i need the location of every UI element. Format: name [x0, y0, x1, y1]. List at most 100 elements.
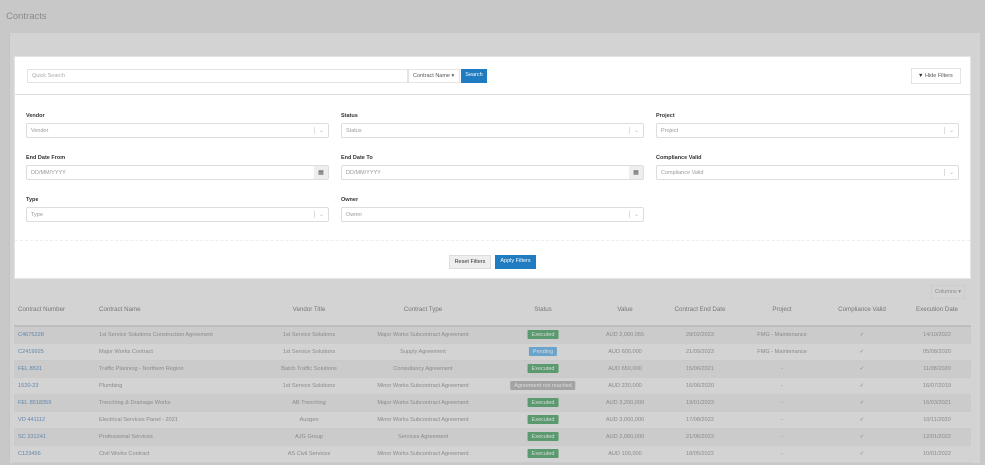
- chevron-down-icon: ⌄: [628, 127, 639, 134]
- table-cell: 1st Service Solutions: [282, 383, 336, 389]
- contract-number-link[interactable]: VD 441112: [18, 417, 45, 423]
- table-cell: 12/01/2022: [923, 434, 951, 440]
- table-row[interactable]: SC 231241 Professional Services AJG Group S…: [14, 429, 971, 446]
- status-badge: Agreement not reached: [510, 381, 576, 390]
- contract-number-link[interactable]: C123456: [18, 451, 41, 457]
- check-icon: ✓: [859, 451, 865, 457]
- table-cell: 21/09/2023: [686, 349, 714, 355]
- contract-number-link[interactable]: C2419925: [18, 349, 44, 355]
- contract-number-link[interactable]: FEL 8518359: [18, 400, 51, 406]
- hide-filters-button[interactable]: ▼ Hide Filters: [911, 68, 961, 84]
- column-header[interactable]: Contract Name: [99, 306, 141, 313]
- contract-number-link[interactable]: 1520-23: [18, 383, 39, 389]
- status-badge: Executed: [527, 432, 559, 441]
- project-select[interactable]: Project ⌄: [656, 123, 959, 138]
- column-header[interactable]: Status: [534, 306, 552, 313]
- table-cell: 10/01/2022: [923, 451, 951, 457]
- table-cell: Consultancy Agreement: [393, 366, 453, 372]
- table-cell: Minor Works Subcontract Agreement: [377, 383, 469, 389]
- reset-filters-button[interactable]: Reset Filters: [449, 255, 491, 269]
- table-cell: Trenching & Drainage Works: [99, 400, 171, 406]
- contract-number-link[interactable]: FEL 8531: [18, 366, 42, 372]
- status-badge: Executed: [527, 398, 559, 407]
- table-cell: Minor Works Subcontract Agreement: [377, 417, 469, 423]
- divider: [15, 240, 970, 241]
- table-cell: Major Works Contract: [99, 349, 153, 355]
- table-row[interactable]: C4675228 1st Service Solutions Constructi…: [14, 327, 971, 344]
- vendor-select[interactable]: Vendor ⌄: [26, 123, 329, 138]
- table-cell: AS Civil Services: [287, 451, 331, 457]
- status-badge: Executed: [527, 330, 559, 339]
- table-row[interactable]: VD 441112 Electrical Services Panel - 202…: [14, 412, 971, 429]
- column-header[interactable]: Value: [617, 306, 632, 313]
- search-row: Quick Search Contract Name ▾ Search ▼ Hi…: [15, 57, 970, 95]
- check-icon: ✓: [859, 434, 865, 440]
- owner-select[interactable]: Owner ⌄: [341, 207, 644, 222]
- table-row[interactable]: FEL 8518359 Trenching & Drainage Works AB …: [14, 395, 971, 412]
- table-cell: Professional Services: [99, 434, 153, 440]
- table-cell: 17/08/2022: [686, 417, 714, 423]
- table-cell: AUD 650,000: [608, 366, 642, 372]
- check-icon: ✓: [859, 332, 865, 338]
- end-date-to-date-input[interactable]: DD/MM/YYYY ▦: [341, 165, 644, 180]
- search-button[interactable]: Search: [461, 69, 487, 83]
- chevron-down-icon: ⌄: [313, 127, 324, 134]
- table-cell: 05/08/2020: [923, 349, 951, 355]
- column-header[interactable]: Compliance Valid: [838, 306, 886, 313]
- apply-filters-button[interactable]: Apply Filters: [495, 255, 536, 269]
- status-badge: Executed: [527, 415, 559, 424]
- calendar-icon[interactable]: ▦: [314, 166, 328, 179]
- chevron-down-icon: ⌄: [943, 127, 954, 134]
- table-cell: AUD 600,000: [608, 349, 642, 355]
- end-date-from-date-input[interactable]: DD/MM/YYYY ▦: [26, 165, 329, 180]
- table-row[interactable]: 1520-23 Plumbing 1st Service Solutions Mino…: [14, 378, 971, 395]
- columns-button[interactable]: Columns ▾: [931, 285, 965, 299]
- table-cell: 10/11/2020: [923, 417, 951, 423]
- table-cell: 1st Service Solutions: [282, 332, 336, 338]
- table-cell: 28/02/2023: [686, 332, 714, 338]
- filter-panel: Quick Search Contract Name ▾ Search ▼ Hi…: [14, 56, 971, 279]
- table-cell: -: [781, 451, 783, 457]
- column-header[interactable]: Vendor Title: [293, 306, 326, 313]
- page-title: Contracts: [6, 11, 47, 22]
- type-select[interactable]: Type ⌄: [26, 207, 329, 222]
- table-cell: FMG - Maintenance: [757, 349, 807, 355]
- table-cell: AUD 100,000: [608, 451, 642, 457]
- table-row[interactable]: C2419925 Major Works Contract 1st Service …: [14, 344, 971, 361]
- table-cell: 16/03/2021: [923, 400, 951, 406]
- table-cell: -: [781, 383, 783, 389]
- table-cell: Services Agreement: [397, 434, 449, 440]
- column-header[interactable]: Project: [772, 306, 791, 313]
- table-cell: Civil Works Contract: [99, 451, 150, 457]
- column-header[interactable]: Execution Date: [916, 306, 958, 313]
- table-cell: 19/01/2023: [686, 400, 714, 406]
- compliance-valid-select[interactable]: Compliance Valid ⌄: [656, 165, 959, 180]
- table-cell: -: [781, 400, 783, 406]
- calendar-icon[interactable]: ▦: [629, 166, 643, 179]
- status-label: Status: [341, 113, 358, 119]
- check-icon: ✓: [859, 417, 865, 423]
- contract-number-link[interactable]: C4675228: [18, 332, 44, 338]
- table-cell: -: [781, 434, 783, 440]
- compliance-valid-label: Compliance Valid: [656, 155, 702, 161]
- table-row[interactable]: C123456 Civil Works Contract AS Civil Serv…: [14, 446, 971, 463]
- check-icon: ✓: [859, 366, 865, 372]
- chevron-down-icon: ⌄: [313, 211, 324, 218]
- table-cell: 18/05/2022: [686, 451, 714, 457]
- check-icon: ✓: [859, 383, 865, 389]
- search-field-dropdown[interactable]: Contract Name ▾: [408, 69, 460, 83]
- filter-icon: ▼: [918, 73, 924, 79]
- check-icon: ✓: [859, 400, 865, 406]
- chevron-down-icon: ⌄: [628, 211, 639, 218]
- table-row[interactable]: FEL 8531 Traffic Planning - Northern Regi…: [14, 361, 971, 378]
- status-badge: Executed: [527, 364, 559, 373]
- column-header[interactable]: Contract End Date: [675, 306, 726, 313]
- quick-search-input[interactable]: Quick Search: [27, 69, 408, 83]
- contract-number-link[interactable]: SC 231241: [18, 434, 46, 440]
- table-cell: Ausgeo: [299, 417, 319, 423]
- status-select[interactable]: Status ⌄: [341, 123, 644, 138]
- table-cell: 15/06/2021: [686, 366, 714, 372]
- table-cell: 16/06/2020: [686, 383, 714, 389]
- column-header[interactable]: Contract Number: [18, 306, 65, 313]
- column-header[interactable]: Contract Type: [404, 306, 442, 313]
